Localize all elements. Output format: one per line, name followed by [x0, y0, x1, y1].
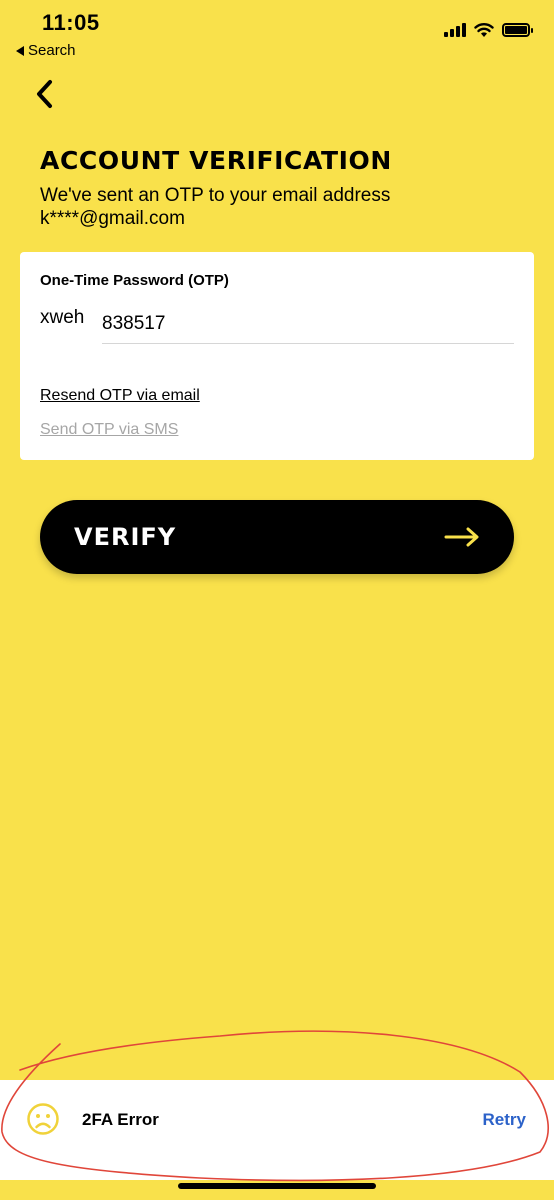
otp-card: One-Time Password (OTP) xweh Resend OTP …	[20, 252, 534, 460]
error-message: 2FA Error	[82, 1110, 159, 1129]
otp-prefix: xweh	[40, 307, 85, 328]
back-triangle-icon	[16, 45, 24, 56]
retry-button[interactable]: Retry	[483, 1110, 526, 1130]
verify-button[interactable]: VERIFY	[40, 500, 514, 574]
subtitle-line: We've sent an OTP to your email address	[40, 185, 391, 206]
page-subtitle: We've sent an OTP to your email address …	[40, 184, 510, 230]
home-indicator	[178, 1183, 376, 1189]
status-time: 11:05	[42, 10, 100, 35]
status-back-link[interactable]: Search	[16, 42, 76, 59]
status-icons	[444, 22, 533, 38]
arrow-right-icon	[444, 527, 479, 547]
verify-button-label: VERIFY	[74, 523, 177, 551]
otp-label: One-Time Password (OTP)	[40, 272, 229, 289]
otp-input[interactable]	[102, 302, 514, 344]
battery-icon	[502, 23, 533, 37]
signal-icon	[444, 23, 466, 37]
wifi-icon	[474, 23, 494, 37]
sad-face-icon	[27, 1103, 59, 1135]
send-otp-sms-link[interactable]: Send OTP via SMS	[40, 421, 178, 439]
page-title: ACCOUNT VERIFICATION	[40, 146, 392, 175]
status-back-label: Search	[28, 42, 76, 59]
resend-otp-email-link[interactable]: Resend OTP via email	[40, 387, 200, 405]
masked-email: k****@gmail.com	[40, 208, 185, 229]
chevron-left-icon[interactable]	[32, 78, 60, 110]
error-toast: 2FA Error Retry	[0, 1080, 554, 1180]
